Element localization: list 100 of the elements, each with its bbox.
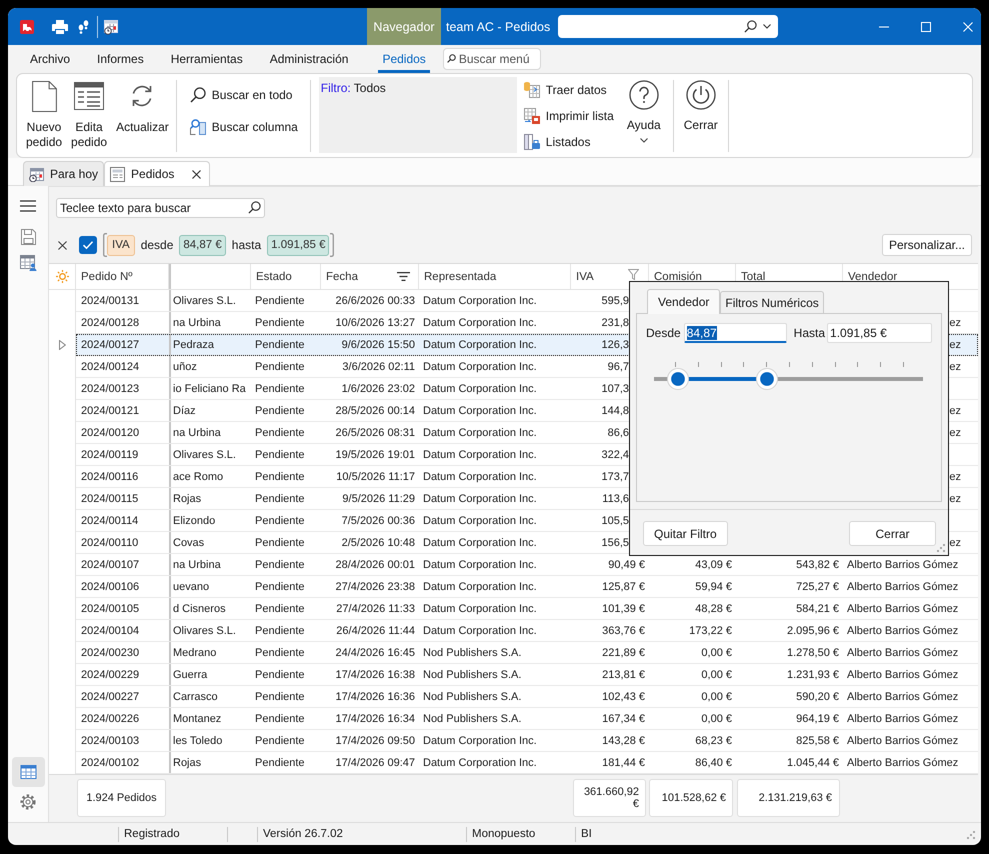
- company-name: Datum Corporation Inc.: [423, 602, 537, 616]
- footprints-icon[interactable]: [78, 20, 89, 34]
- ribbon-button[interactable]: Actualizar: [114, 74, 171, 150]
- column-header[interactable]: Pedido Nº: [76, 264, 169, 289]
- minimize-icon[interactable]: [879, 26, 889, 28]
- salesperson-name: Alberto Barrios Gómez: [847, 602, 958, 616]
- search-icon[interactable]: [744, 20, 757, 33]
- vat-amount: 231,8: [601, 316, 629, 330]
- help-button[interactable]: Ayuda: [620, 74, 667, 143]
- resize-grip-icon[interactable]: [937, 544, 945, 552]
- document-tab[interactable]: Para hoy: [23, 161, 104, 186]
- slider-thumb[interactable]: [756, 368, 778, 390]
- filter-value-tag[interactable]: 84,87 €: [179, 234, 226, 256]
- order-date: 3/6/2026 02:11: [342, 360, 415, 374]
- popup-tab[interactable]: Filtros Numéricos: [720, 291, 824, 313]
- table-row[interactable]: 2024/00106 uevano Pendiente 27/4/2026 23:38 Datum Corporation Inc. 125,87 € 59,94 € 725,27 € Alberto Barrios Gómez: [49, 576, 978, 598]
- close-icon[interactable]: [58, 240, 67, 250]
- app-logo-icon[interactable]: [20, 20, 34, 34]
- ribbon-button[interactable]: Imprimir lista: [524, 107, 621, 125]
- salesperson-name: ez: [949, 426, 961, 440]
- filter-value: Todos: [354, 81, 386, 95]
- document-tab[interactable]: Pedidos: [104, 161, 210, 186]
- slider-thumb[interactable]: [667, 368, 690, 390]
- to-word: hasta: [232, 238, 262, 252]
- tick-mark: [743, 362, 744, 367]
- column-header[interactable]: Estado: [251, 264, 321, 289]
- search-icon[interactable]: [248, 201, 261, 214]
- vat-amount: 125,87 €: [602, 580, 645, 594]
- menu-item[interactable]: Informes: [93, 45, 148, 73]
- vat-amount: 363,76 €: [602, 624, 645, 638]
- customer-name: Olivares S.L.: [173, 624, 236, 638]
- settings-icon[interactable]: [20, 794, 36, 810]
- table-row[interactable]: 2024/00105 d Cisneros Pendiente 27/4/2026 11:33 Datum Corporation Inc. 101,39 € 48,28 € 584,21 € Alberto Barrios Gómez: [49, 598, 978, 620]
- calendar-clock-icon[interactable]: [104, 18, 118, 34]
- printer-icon[interactable]: [52, 20, 68, 34]
- menu-icon[interactable]: [20, 200, 36, 212]
- vat-amount: 126,3: [601, 338, 629, 352]
- table-row[interactable]: 2024/00226 Montanez Pendiente 17/4/2026 16:34 Nod Publishers S.A. 167,34 € 0,00 € 964,19 € Alberto Barrios Gómez: [49, 708, 978, 730]
- table-user-icon[interactable]: [20, 255, 36, 271]
- table-row[interactable]: 2024/00229 Guerra Pendiente 17/4/2026 16:38 Nod Publishers S.A. 213,81 € 0,00 € 1.231,93 € Alberto Barrios Gómez: [49, 664, 978, 686]
- filter-field-tag[interactable]: IVA: [107, 234, 135, 256]
- search-field[interactable]: [558, 15, 778, 38]
- table-row[interactable]: 2024/00102 Rojas Pendiente 17/4/2026 09:47 Datum Corporation Inc. 181,44 € 86,40 € 1.045,44 € Alberto Barrios Gómez: [49, 752, 978, 774]
- to-field[interactable]: 1.091,85 €: [827, 323, 932, 343]
- customer-name: Olivares S.L.: [173, 294, 236, 308]
- menu-item[interactable]: Herramientas: [166, 45, 247, 73]
- from-field[interactable]: 84,87: [684, 323, 787, 343]
- ribbon-button[interactable]: Cerrar: [680, 74, 722, 133]
- tick-mark: [675, 362, 676, 367]
- vat-amount: 96,7: [608, 360, 629, 374]
- table-row[interactable]: 2024/00103 les Toledo Pendiente 17/4/2026 09:50 Datum Corporation Inc. 143,28 € 68,23 € 825,58 € Alberto Barrios Gómez: [49, 730, 978, 752]
- column-header[interactable]: Representada: [419, 264, 571, 289]
- close-icon[interactable]: [192, 170, 202, 178]
- table-row[interactable]: 2024/00104 Olivares S.L. Pendiente 26/4/2026 11:44 Datum Corporation Inc. 363,76 € 173,22 € 2.095,96 € Alberto Barrios Gómez: [49, 620, 978, 642]
- ribbon-button[interactable]: Buscar columna: [190, 118, 310, 136]
- tick-mark: [720, 362, 722, 367]
- search-icon: [190, 87, 206, 103]
- maximize-icon[interactable]: [921, 22, 931, 32]
- customer-name: Guerra: [173, 668, 208, 682]
- ribbon-button[interactable]: Nuevo pedido: [24, 74, 64, 150]
- chevron-down-icon[interactable]: [763, 24, 771, 29]
- company-name: Datum Corporation Inc.: [423, 514, 537, 528]
- commission-amount: 86,40 €: [695, 756, 732, 770]
- menu-item[interactable]: Administración: [266, 45, 352, 73]
- ribbon-button[interactable]: Buscar en todo: [190, 86, 310, 104]
- ribbon-button[interactable]: Listados: [524, 133, 621, 151]
- table-row[interactable]: 2024/00227 Carrasco Pendiente 17/4/2026 16:36 Nod Publishers S.A. 102,43 € 0,00 € 590,20 € Alberto Barrios Gómez: [49, 686, 978, 708]
- company-name: Datum Corporation Inc.: [423, 756, 537, 770]
- popup-tab[interactable]: Vendedor: [647, 289, 720, 314]
- customer-name: Medrano: [173, 646, 216, 660]
- company-name: Nod Publishers S.A.: [423, 712, 522, 726]
- list-form-icon: [74, 82, 104, 110]
- table-icon[interactable]: [12, 757, 44, 787]
- popup-button[interactable]: Cerrar: [849, 521, 936, 546]
- sort-icon[interactable]: [397, 272, 410, 281]
- tick-mark: [766, 362, 768, 367]
- filter-icon[interactable]: [628, 269, 639, 280]
- window-title: team AC - Pedidos: [446, 20, 550, 34]
- menu-search-field[interactable]: Buscar menú: [442, 48, 541, 70]
- salesperson-name: Alberto Barrios Gómez: [847, 624, 958, 638]
- popup-button[interactable]: Quitar Filtro: [643, 521, 728, 546]
- status-text: Pendiente: [255, 558, 305, 572]
- filter-checkbox[interactable]: [79, 236, 97, 254]
- column-header[interactable]: Fecha: [321, 264, 419, 289]
- menu-item[interactable]: Archivo: [26, 45, 74, 73]
- customer-name: Díaz: [173, 404, 196, 418]
- resize-grip-icon[interactable]: [967, 831, 975, 839]
- salesperson-name: Alberto Barrios Gómez: [847, 734, 958, 748]
- save-icon[interactable]: [20, 229, 36, 245]
- filter-value-tag[interactable]: 1.091,85 €: [267, 234, 330, 256]
- status-text: Pendiente: [255, 734, 305, 748]
- vat-amount: 143,28 €: [602, 734, 645, 748]
- status-text: Pendiente: [255, 536, 305, 550]
- customize-button[interactable]: Personalizar...: [882, 234, 972, 256]
- search-field[interactable]: Teclee texto para buscar: [56, 198, 265, 218]
- status-text: Pendiente: [255, 492, 305, 506]
- order-number: 2024/00131: [81, 294, 140, 308]
- table-row[interactable]: 2024/00230 Medrano Pendiente 24/4/2026 16:45 Nod Publishers S.A. 221,89 € 0,00 € 1.278,50 € Alberto Barrios Gómez: [49, 642, 978, 664]
- ribbon-button[interactable]: Traer datos: [524, 81, 621, 99]
- ribbon-button[interactable]: Edita pedido: [69, 74, 110, 150]
